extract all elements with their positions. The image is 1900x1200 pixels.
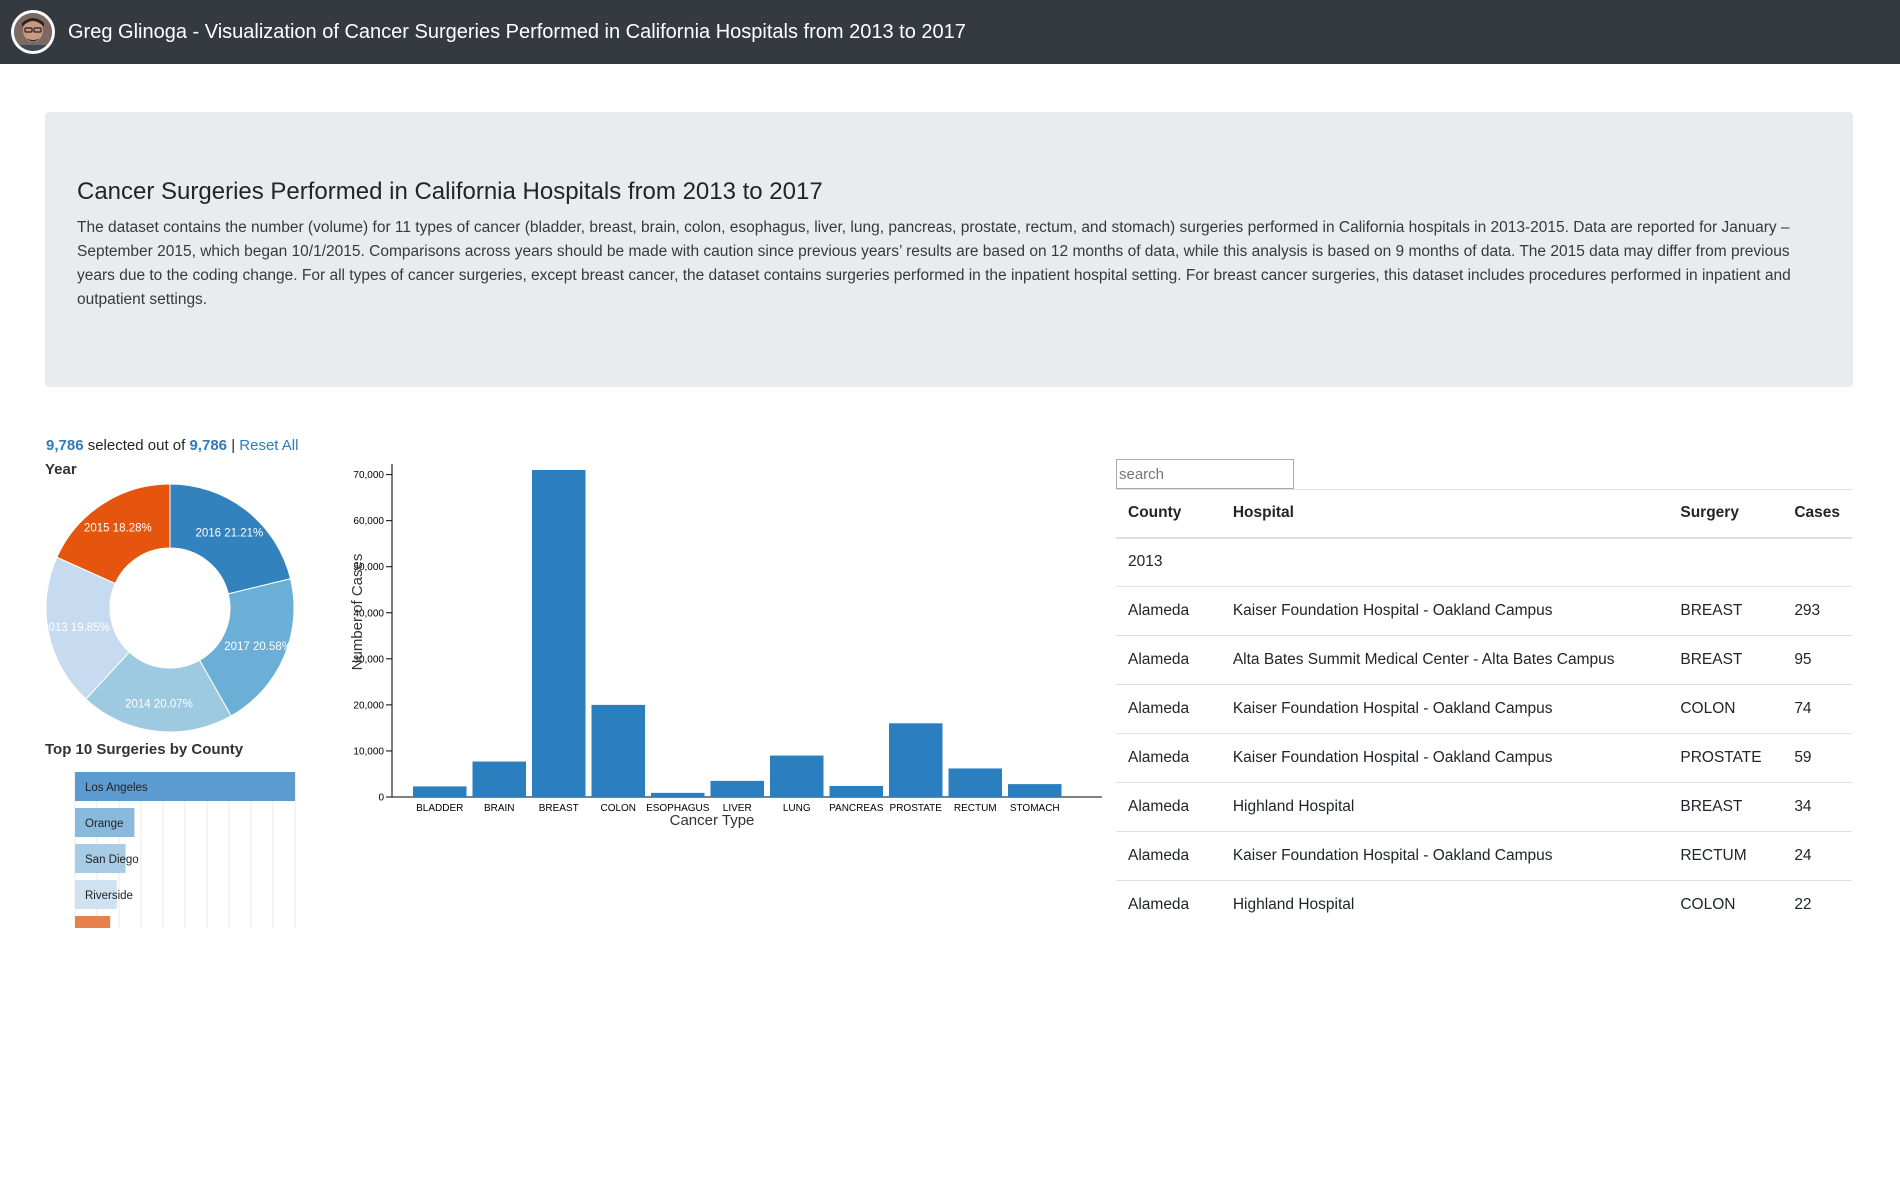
total-count: 9,786 (189, 437, 228, 454)
cell-surgery: PROSTATE (1668, 733, 1783, 783)
intro-banner: Cancer Surgeries Performed in California… (45, 112, 1853, 387)
bar-rectum[interactable] (948, 768, 1003, 797)
county-chart-label: Top 10 Surgeries by County (45, 741, 244, 758)
cell-county: Alameda (1116, 782, 1221, 832)
cell-surgery: BREAST (1668, 782, 1783, 832)
cell-surgery: COLON (1668, 684, 1783, 734)
dataset-description: The dataset contains the number (volume)… (77, 219, 1791, 308)
column-header-county[interactable]: County (1116, 489, 1221, 539)
cell-surgery: BREAST (1668, 586, 1783, 636)
year-slice-label: 2016 21.21% (195, 528, 263, 540)
bar-stomach[interactable] (1008, 784, 1062, 797)
x-tick-label: BLADDER (416, 803, 463, 814)
column-header-cases[interactable]: Cases (1782, 489, 1852, 539)
table-group-row: 2013 (1116, 537, 1852, 587)
cell-hospital: Highland Hospital (1220, 880, 1669, 930)
cell-hospital: Kaiser Foundation Hospital - Oakland Cam… (1220, 684, 1669, 734)
y-tick-label: 0 (378, 793, 384, 804)
y-axis-title: Number of Cases (349, 554, 366, 671)
cell-cases: 293 (1782, 586, 1852, 636)
year-donut-chart: 2016 21.21% 2017 20.58% 2014 20.07% 2013 19… (40, 478, 300, 743)
cell-surgery: COLON (1668, 880, 1783, 930)
x-tick-label: RECTUM (954, 803, 997, 814)
cell-hospital: Kaiser Foundation Hospital - Oakland Cam… (1220, 831, 1669, 881)
selection-count: 9,786 selected out of 9,786 | Reset All (46, 437, 298, 454)
year-slice-label: 2017 20.58% (224, 641, 292, 653)
navbar-title[interactable]: Greg Glinoga - Visualization of Cancer S… (68, 21, 966, 44)
county-bar-label: Riverside (85, 890, 133, 902)
year-slice-label: 2013 19.85% (42, 622, 110, 634)
group-label: 2013 (1116, 537, 1852, 587)
x-tick-label: PANCREAS (829, 803, 884, 814)
cell-county: Alameda (1116, 684, 1221, 734)
avatar[interactable] (11, 10, 55, 54)
selected-count: 9,786 (46, 437, 84, 454)
avatar-photo (14, 13, 52, 51)
y-tick-label: 20,000 (353, 700, 384, 711)
selection-separator: | (231, 437, 236, 454)
bar-breast[interactable] (532, 470, 586, 797)
cancer-type-bar-chart: 0 10,000 20,000 30,000 40,000 50,000 60,000 70,… (340, 460, 1110, 840)
county-bar-label: San Diego (85, 854, 139, 866)
x-axis-title: Cancer Type (670, 812, 755, 829)
y-tick-label: 10,000 (353, 746, 384, 757)
bar-colon[interactable] (591, 704, 646, 797)
surgeries-table: County Hospital Surgery Cases 2013 Alame… (1116, 489, 1852, 930)
cell-cases: 22 (1782, 880, 1852, 930)
county-bar-label: Orange (85, 818, 123, 830)
cell-surgery: RECTUM (1668, 831, 1783, 881)
x-tick-label: BREAST (539, 803, 579, 814)
table-row[interactable]: Alameda Kaiser Foundation Hospital - Oakl… (1116, 831, 1852, 881)
cell-hospital: Kaiser Foundation Hospital - Oakland Cam… (1220, 733, 1669, 783)
bar-esophagus[interactable] (651, 792, 705, 797)
bar-bladder[interactable] (413, 786, 467, 797)
search-input[interactable] (1116, 459, 1294, 489)
y-tick-label: 60,000 (353, 516, 384, 527)
navbar: Greg Glinoga - Visualization of Cancer S… (0, 0, 1900, 64)
x-tick-label: BRAIN (484, 803, 515, 814)
cell-cases: 34 (1782, 782, 1852, 832)
x-tick-label: COLON (600, 803, 636, 814)
year-slice-label: 2015 18.28% (84, 522, 152, 534)
cell-county: Alameda (1116, 586, 1221, 636)
cell-county: Alameda (1116, 880, 1221, 930)
table-row[interactable]: Alameda Highland Hospital BREAST 34 (1116, 782, 1852, 832)
county-bar-label: Los Angeles (85, 782, 148, 794)
cell-county: Alameda (1116, 831, 1221, 881)
bar-pancreas[interactable] (829, 785, 884, 797)
cell-county: Alameda (1116, 733, 1221, 783)
year-slice-label: 2014 20.07% (125, 698, 193, 710)
x-tick-label: PROSTATE (890, 803, 943, 814)
county-bar[interactable] (75, 916, 111, 945)
bar-lung[interactable] (770, 755, 824, 797)
year-chart-label: Year (45, 461, 77, 478)
bar-prostate[interactable] (889, 723, 943, 797)
table-row[interactable]: Alameda Kaiser Foundation Hospital - Oakl… (1116, 684, 1852, 734)
y-tick-label: 70,000 (353, 470, 384, 481)
table-row[interactable]: Alameda Alta Bates Summit Medical Center … (1116, 635, 1852, 685)
cell-cases: 95 (1782, 635, 1852, 685)
column-header-hospital[interactable]: Hospital (1220, 489, 1669, 539)
cell-hospital: Alta Bates Summit Medical Center - Alta … (1220, 635, 1669, 685)
cell-county: Alameda (1116, 635, 1221, 685)
bar-brain[interactable] (472, 761, 527, 797)
cell-hospital: Highland Hospital (1220, 782, 1669, 832)
table-row[interactable]: Alameda Kaiser Foundation Hospital - Oakl… (1116, 733, 1852, 783)
x-tick-label: STOMACH (1010, 803, 1060, 814)
table-header-row: County Hospital Surgery Cases (1116, 489, 1852, 539)
cell-surgery: BREAST (1668, 635, 1783, 685)
x-tick-label: LUNG (783, 803, 811, 814)
cell-hospital: Kaiser Foundation Hospital - Oakland Cam… (1220, 586, 1669, 636)
cell-cases: 74 (1782, 684, 1852, 734)
selection-middle-text: selected out of (87, 437, 186, 454)
table-row[interactable]: Alameda Highland Hospital COLON 22 (1116, 880, 1852, 930)
cell-cases: 24 (1782, 831, 1852, 881)
bar-liver[interactable] (710, 780, 765, 797)
table-row[interactable]: Alameda Kaiser Foundation Hospital - Oakl… (1116, 586, 1852, 636)
reset-all-link[interactable]: Reset All (239, 437, 298, 454)
column-header-surgery[interactable]: Surgery (1668, 489, 1783, 539)
county-row-chart: Los Angeles Orange San Diego Riverside (70, 772, 300, 945)
cell-cases: 59 (1782, 733, 1852, 783)
page-title: Cancer Surgeries Performed in California… (77, 178, 823, 205)
